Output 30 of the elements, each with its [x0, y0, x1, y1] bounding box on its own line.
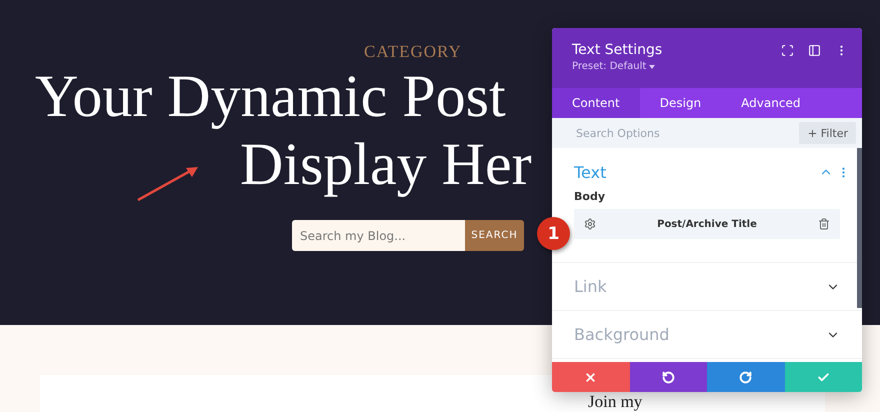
settings-icon[interactable] — [584, 218, 596, 230]
search-button[interactable]: SEARCH — [465, 220, 524, 251]
undo-icon — [662, 370, 675, 384]
post-title: Your Dynamic Post — [35, 62, 506, 130]
check-icon — [816, 370, 830, 384]
panel-tab[interactable]: Content — [552, 88, 640, 118]
section-title[interactable]: Text — [574, 162, 819, 182]
filter-button[interactable]: Filter — [798, 122, 856, 144]
category-label: CATEGORY — [364, 42, 462, 62]
panel-title: Text Settings — [572, 42, 664, 58]
dynamic-content-field[interactable]: Post/Archive Title — [574, 209, 840, 239]
close-icon — [584, 370, 598, 384]
search-field[interactable]: Search Options Filter — [552, 118, 862, 148]
panel-tab[interactable]: Design — [640, 88, 722, 118]
card-heading: Join my — [588, 393, 642, 411]
field-label: Body — [574, 190, 606, 203]
sidebar-icon[interactable] — [808, 44, 821, 57]
caret-icon — [649, 64, 656, 68]
redo-icon — [739, 370, 752, 384]
preset-dropdown[interactable]: Preset: Default — [572, 61, 656, 72]
plus-icon — [806, 128, 818, 138]
undo-button[interactable] — [630, 362, 707, 392]
trash-icon[interactable] — [818, 218, 830, 230]
redo-button[interactable] — [707, 362, 784, 392]
arrow-icon — [136, 164, 200, 204]
panel-tab[interactable]: Advanced — [721, 88, 820, 118]
scrollbar[interactable] — [857, 148, 862, 308]
blog-search-field[interactable]: Search my Blog... — [292, 220, 465, 251]
post-title: Display Her — [240, 130, 532, 198]
focus-icon[interactable] — [781, 44, 794, 57]
